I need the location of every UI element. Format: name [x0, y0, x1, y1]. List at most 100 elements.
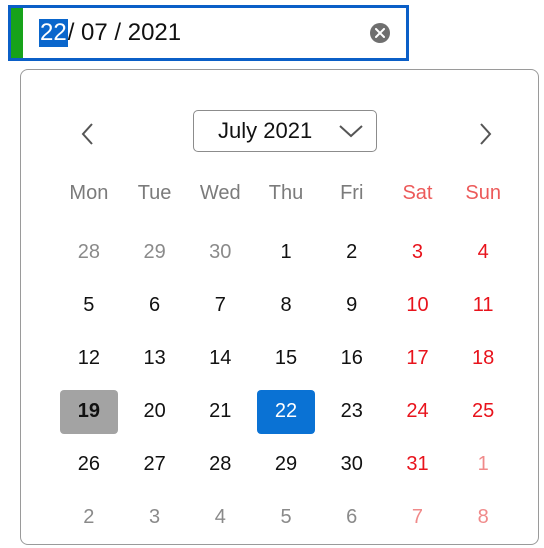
- day-cell[interactable]: 5: [253, 496, 319, 540]
- previous-month-button[interactable]: [68, 114, 108, 154]
- weekday-header: Mon Tue Wed Thu Fri Sat Sun: [56, 176, 516, 210]
- day-number: 8: [477, 506, 489, 528]
- day-cell[interactable]: 12: [56, 337, 122, 381]
- selected-day[interactable]: 22: [253, 389, 319, 434]
- day-number: 24: [406, 400, 429, 422]
- day-cell[interactable]: 4: [450, 231, 516, 275]
- weekday-thu: Thu: [268, 181, 304, 204]
- day-number: 30: [340, 453, 363, 475]
- date-value[interactable]: 22/ 07 / 2021: [39, 8, 181, 58]
- day-cell[interactable]: 13: [122, 337, 188, 381]
- day-number: 14: [209, 347, 232, 369]
- day-cell[interactable]: 2: [56, 496, 122, 540]
- day-number: 1: [477, 453, 489, 475]
- day-cell[interactable]: 29: [122, 231, 188, 275]
- day-cell[interactable]: 5: [56, 284, 122, 328]
- day-number: 3: [149, 506, 161, 528]
- day-cell[interactable]: 28: [187, 443, 253, 487]
- day-cell[interactable]: 30: [319, 443, 385, 487]
- day-segment[interactable]: 22: [39, 19, 68, 47]
- day-cell[interactable]: 23: [319, 390, 385, 434]
- day-cell[interactable]: 6: [122, 284, 188, 328]
- day-cell[interactable]: 20: [122, 390, 188, 434]
- week-row: 26 27 28 29 30 31 1: [56, 438, 516, 491]
- today-day[interactable]: 19: [56, 389, 122, 434]
- day-cell[interactable]: 31: [385, 443, 451, 487]
- chevron-down-icon: [339, 125, 363, 138]
- day-cell[interactable]: 6: [319, 496, 385, 540]
- day-cell[interactable]: 1: [253, 231, 319, 275]
- day-cell[interactable]: 4: [187, 496, 253, 540]
- day-cell[interactable]: 27: [122, 443, 188, 487]
- day-cell[interactable]: 15: [253, 337, 319, 381]
- day-number: 1: [280, 241, 292, 263]
- day-number: 11: [472, 294, 494, 316]
- day-cell[interactable]: 2: [319, 231, 385, 275]
- chevron-right-icon: [480, 123, 492, 145]
- day-number: 7: [214, 294, 226, 316]
- day-number: 19: [59, 389, 118, 434]
- day-cell[interactable]: 28: [56, 231, 122, 275]
- week-row: 28 29 30 1 2 3 4: [56, 226, 516, 279]
- week-row: 5 6 7 8 9 10 11: [56, 279, 516, 332]
- day-number: 16: [340, 347, 363, 369]
- day-number: 17: [406, 347, 429, 369]
- day-number: 10: [406, 294, 429, 316]
- day-cell[interactable]: 9: [319, 284, 385, 328]
- day-number: 31: [406, 453, 429, 475]
- day-cell[interactable]: 1: [450, 443, 516, 487]
- clear-icon[interactable]: [370, 23, 390, 43]
- day-cell[interactable]: 25: [450, 390, 516, 434]
- day-number: 12: [77, 347, 100, 369]
- day-number: 8: [280, 294, 292, 316]
- day-number: 22: [257, 389, 316, 434]
- day-cell[interactable]: 17: [385, 337, 451, 381]
- day-number: 7: [411, 506, 424, 528]
- day-number: 3: [411, 241, 424, 263]
- focus-indicator: [11, 8, 23, 58]
- day-number: 13: [143, 347, 166, 369]
- day-number: 5: [83, 294, 95, 316]
- day-number: 23: [340, 400, 363, 422]
- weekday-wed: Wed: [199, 181, 241, 204]
- day-number: 29: [274, 453, 298, 475]
- day-cell[interactable]: 14: [187, 337, 253, 381]
- day-cell[interactable]: 21: [187, 390, 253, 434]
- day-cell[interactable]: 26: [56, 443, 122, 487]
- day-number: 26: [77, 453, 100, 475]
- day-cell[interactable]: 3: [122, 496, 188, 540]
- day-number: 4: [477, 241, 489, 263]
- day-number: 27: [143, 453, 166, 475]
- day-cell[interactable]: 8: [450, 496, 516, 540]
- day-cell[interactable]: 11: [450, 284, 516, 328]
- weekday-tue: Tue: [137, 181, 172, 204]
- day-cell[interactable]: 3: [385, 231, 451, 275]
- date-picker: 22/ 07 / 2021 July 2021 Mon Tue Wed Thu F: [0, 0, 544, 548]
- day-cell[interactable]: 7: [385, 496, 451, 540]
- day-cell[interactable]: 29: [253, 443, 319, 487]
- day-number: 2: [83, 506, 95, 528]
- day-number: 9: [346, 294, 358, 316]
- day-cell[interactable]: 10: [385, 284, 451, 328]
- week-row: 19 20 21 22 23 24 25: [56, 385, 516, 438]
- weekday-sun: Sun: [465, 181, 501, 204]
- day-number: 15: [274, 347, 298, 369]
- month-year-dropdown[interactable]: July 2021: [193, 110, 377, 152]
- day-cell[interactable]: 30: [187, 231, 253, 275]
- date-input[interactable]: 22/ 07 / 2021: [8, 5, 409, 61]
- day-cell[interactable]: 8: [253, 284, 319, 328]
- day-cell[interactable]: 7: [187, 284, 253, 328]
- chevron-left-icon: [81, 123, 93, 145]
- next-month-button[interactable]: [465, 114, 505, 154]
- day-cell[interactable]: 18: [450, 337, 516, 381]
- day-cell[interactable]: 24: [385, 390, 451, 434]
- day-number: 2: [346, 241, 358, 263]
- day-cell[interactable]: 16: [319, 337, 385, 381]
- weekday-sat: Sat: [402, 181, 433, 204]
- month-year-segment[interactable]: / 07 / 2021: [68, 19, 181, 47]
- weekday-mon: Mon: [69, 181, 109, 204]
- weekday-fri: Fri: [340, 181, 364, 204]
- day-number: 25: [472, 400, 495, 422]
- day-number: 5: [280, 506, 292, 528]
- calendar-popup: July 2021 Mon Tue Wed Thu Fri Sat Sun 28 29 30 1 2…: [20, 69, 539, 545]
